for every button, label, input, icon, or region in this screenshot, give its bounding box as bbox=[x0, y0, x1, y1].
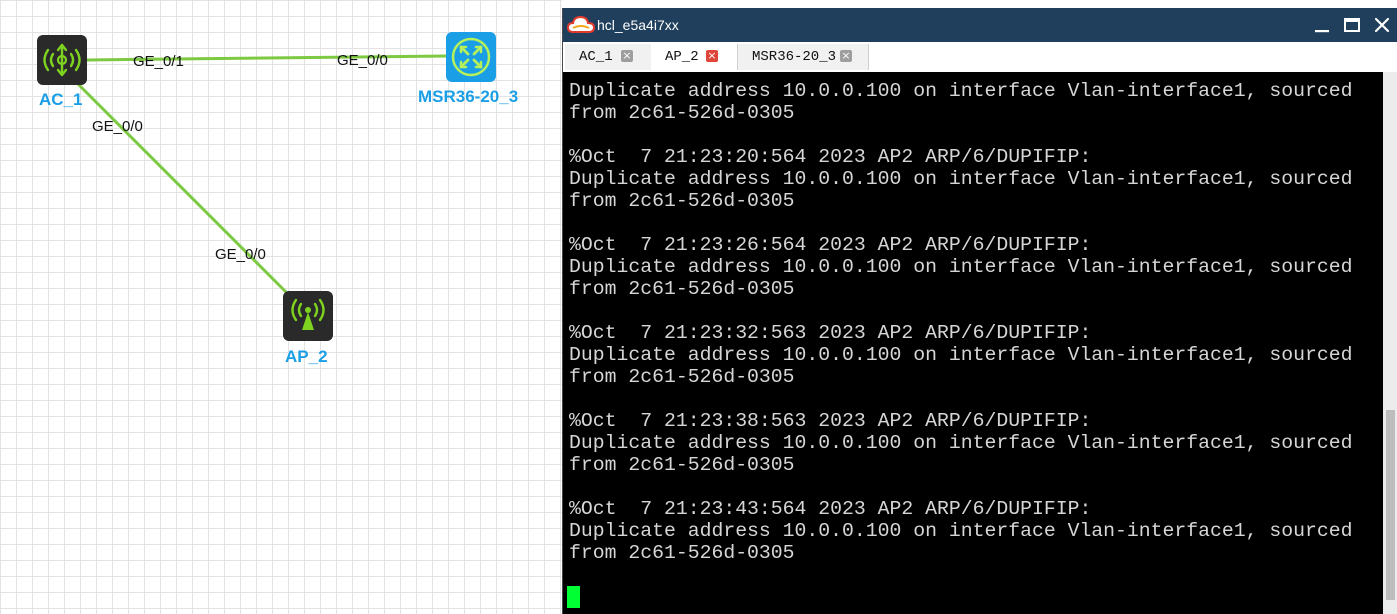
topology-canvas[interactable]: GE_0/1 GE_0/0 GE_0/0 GE_0/0 AC_1 MSR36-2… bbox=[0, 0, 562, 614]
terminal-title: hcl_e5a4i7xx bbox=[597, 17, 679, 33]
cloud-icon bbox=[567, 16, 595, 33]
tab-label-ap2: AP_2 bbox=[665, 49, 699, 65]
terminal-tab-bar: AC_1 × AP_2 × MSR36-20_3 × bbox=[563, 42, 1397, 72]
port-label-ap2-ge00: GE_0/0 bbox=[215, 246, 266, 263]
terminal-window: hcl_e5a4i7xx AC_1 × AP_2 × MSR36-20_3 × … bbox=[562, 8, 1397, 614]
scrollbar-thumb[interactable] bbox=[1386, 410, 1395, 600]
console-output: Duplicate address 10.0.0.100 on interfac… bbox=[569, 80, 1353, 564]
port-label-ac1-ge01: GE_0/1 bbox=[133, 53, 184, 70]
device-msr36-20-3[interactable] bbox=[446, 32, 496, 82]
terminal-cursor bbox=[567, 586, 580, 608]
tab-msr36-20-3[interactable]: MSR36-20_3 × bbox=[738, 44, 869, 70]
tab-close-icon[interactable]: × bbox=[706, 50, 718, 62]
wireless-controller-icon bbox=[37, 35, 87, 85]
device-label-msr36-20-3: MSR36-20_3 bbox=[418, 87, 519, 106]
tab-close-icon[interactable]: × bbox=[840, 50, 852, 62]
close-button[interactable] bbox=[1370, 13, 1394, 37]
device-label-ac1: AC_1 bbox=[39, 90, 83, 109]
tab-ap2[interactable]: AP_2 × bbox=[651, 44, 738, 70]
device-ap2[interactable] bbox=[283, 291, 333, 341]
maximize-button[interactable] bbox=[1340, 13, 1364, 37]
port-label-ac1-ge00: GE_0/0 bbox=[92, 118, 143, 135]
access-point-icon bbox=[283, 291, 333, 341]
router-icon bbox=[446, 32, 496, 82]
terminal-console[interactable]: Duplicate address 10.0.0.100 on interfac… bbox=[563, 72, 1383, 614]
tab-ac1[interactable]: AC_1 × bbox=[565, 44, 652, 70]
link-ac1-ap2[interactable] bbox=[68, 74, 292, 298]
terminal-titlebar[interactable]: hcl_e5a4i7xx bbox=[563, 8, 1397, 42]
minimize-button[interactable] bbox=[1310, 13, 1334, 37]
maximize-icon bbox=[1344, 18, 1360, 32]
console-scrollbar[interactable] bbox=[1383, 72, 1397, 614]
minimize-icon bbox=[1315, 30, 1329, 33]
port-label-msr-ge00: GE_0/0 bbox=[337, 52, 388, 69]
tab-close-icon[interactable]: × bbox=[621, 50, 633, 62]
device-ac1[interactable] bbox=[37, 35, 87, 85]
device-label-ap2: AP_2 bbox=[285, 347, 328, 366]
tab-label-msr36-20-3: MSR36-20_3 bbox=[752, 49, 837, 65]
tab-label-ac1: AC_1 bbox=[579, 49, 613, 65]
close-icon bbox=[1374, 17, 1390, 33]
